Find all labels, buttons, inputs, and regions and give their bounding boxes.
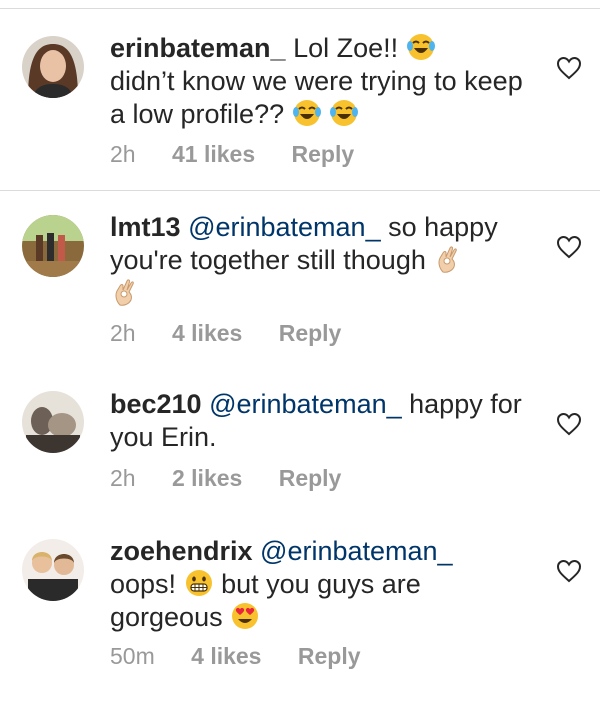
- username[interactable]: erinbateman_: [110, 33, 286, 63]
- likes-count[interactable]: 41 likes: [172, 141, 255, 167]
- likes-count[interactable]: 4 likes: [191, 643, 261, 669]
- comment-time: 2h: [110, 141, 136, 167]
- mention-link[interactable]: @erinbateman_: [209, 389, 402, 419]
- reply-button[interactable]: Reply: [298, 643, 361, 669]
- mention-link[interactable]: @erinbateman_: [260, 536, 453, 566]
- comment-body: Lol Zoe!!: [293, 33, 399, 63]
- comment-body: oops!: [110, 569, 177, 599]
- face-with-tears-of-joy-emoji: [329, 98, 359, 128]
- ok-hand-emoji: [433, 244, 463, 274]
- face-with-tears-of-joy-emoji: [406, 32, 436, 62]
- username[interactable]: bec210: [110, 389, 202, 419]
- username[interactable]: lmt13: [110, 212, 181, 242]
- likes-count[interactable]: 4 likes: [172, 320, 242, 346]
- mention-link[interactable]: @erinbateman_: [188, 212, 381, 242]
- comment-meta: 2h 2 likes Reply: [110, 465, 371, 492]
- avatar[interactable]: [22, 215, 84, 277]
- comment-meta: 50m 4 likes Reply: [110, 643, 391, 670]
- comment-time: 2h: [110, 320, 136, 346]
- comment-zoehendrix: zoehendrix @erinbateman_ oops! but you g…: [0, 521, 600, 715]
- comment-meta: 2h 41 likes Reply: [110, 141, 384, 168]
- heart-outline-icon[interactable]: [556, 559, 582, 583]
- avatar[interactable]: [22, 539, 84, 601]
- username[interactable]: zoehendrix: [110, 536, 253, 566]
- grimacing-face-emoji: [184, 568, 214, 598]
- comment-time: 50m: [110, 643, 155, 669]
- comment-text: erinbateman_ Lol Zoe!! didn’t know we we…: [110, 32, 530, 131]
- comment-erinbateman: erinbateman_ Lol Zoe!! didn’t know we we…: [0, 0, 600, 190]
- comment-text: lmt13 @erinbateman_ so happy you're toge…: [110, 211, 530, 310]
- ok-hand-emoji: [110, 277, 140, 307]
- avatar[interactable]: [22, 36, 84, 98]
- heart-outline-icon[interactable]: [556, 56, 582, 80]
- comment-time: 2h: [110, 465, 136, 491]
- comment-meta: 2h 4 likes Reply: [110, 320, 371, 347]
- avatar[interactable]: [22, 391, 84, 453]
- comment-text: zoehendrix @erinbateman_ oops! but you g…: [110, 535, 530, 634]
- face-with-tears-of-joy-emoji: [292, 98, 322, 128]
- heart-outline-icon[interactable]: [556, 235, 582, 259]
- comment-text: bec210 @erinbateman_ happy for you Erin.: [110, 388, 530, 454]
- reply-button[interactable]: Reply: [292, 141, 355, 167]
- reply-button[interactable]: Reply: [279, 320, 342, 346]
- comment-lmt13: lmt13 @erinbateman_ so happy you're toge…: [0, 191, 600, 371]
- heart-outline-icon[interactable]: [556, 412, 582, 436]
- comment-bec210: bec210 @erinbateman_ happy for you Erin.…: [0, 371, 600, 521]
- likes-count[interactable]: 2 likes: [172, 465, 242, 491]
- heart-eyes-emoji: [230, 601, 260, 631]
- reply-button[interactable]: Reply: [279, 465, 342, 491]
